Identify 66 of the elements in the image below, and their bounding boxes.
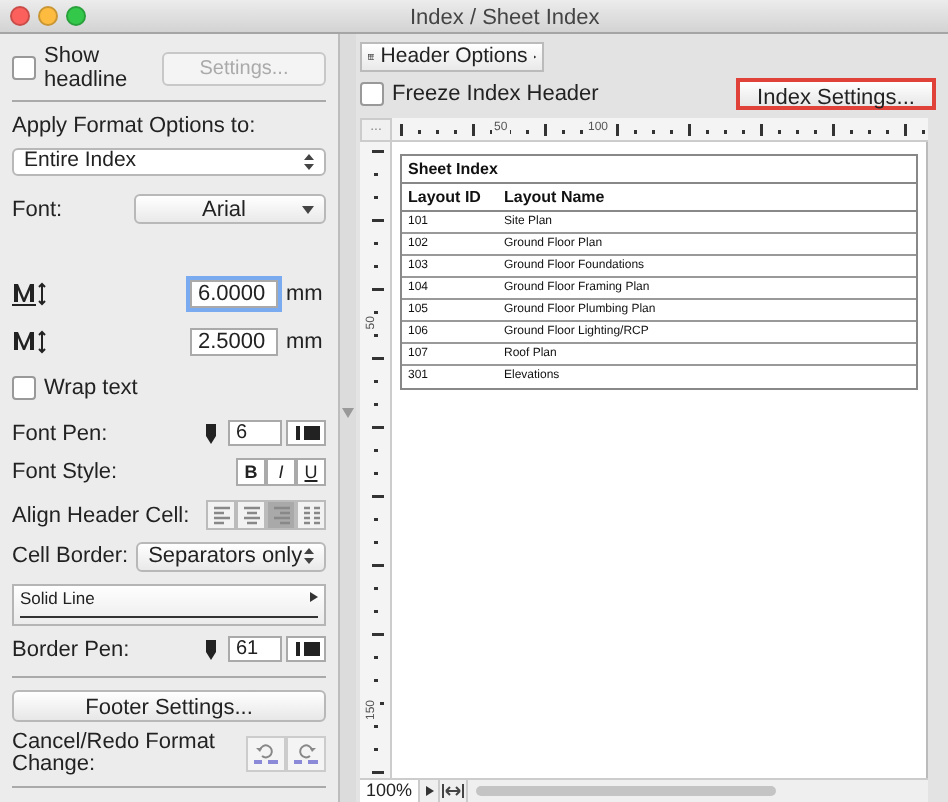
index-settings-button[interactable]: Index Settings...	[736, 78, 936, 111]
cell-height-icon	[12, 282, 52, 307]
zoom-menu-button[interactable]	[420, 780, 440, 802]
redo-icon	[292, 742, 320, 766]
pen-icon	[206, 639, 216, 660]
pen-swatch-icon[interactable]	[286, 636, 326, 663]
align-icon	[209, 503, 233, 528]
footer-settings-button[interactable]: Footer Settings...	[12, 690, 326, 722]
checkbox[interactable]	[12, 376, 36, 401]
window-title: Index / Sheet Index	[410, 4, 600, 34]
pen-number-field[interactable]: 61	[228, 636, 282, 663]
field-label: Font:	[12, 195, 63, 225]
table-title: Sheet Index	[402, 155, 916, 183]
align-button[interactable]	[296, 500, 326, 531]
close-button[interactable]	[10, 6, 30, 26]
number-field[interactable]: 6.0000	[190, 280, 278, 309]
unit-label: mm	[286, 280, 325, 310]
column-header: Layout ID	[406, 185, 483, 209]
align-button[interactable]	[206, 500, 236, 531]
caret-icon	[302, 205, 314, 214]
caret-icon	[310, 592, 318, 603]
updown-icon	[304, 548, 314, 565]
scope-dropdown[interactable]: Entire Index	[12, 147, 326, 175]
align-icon	[299, 503, 323, 528]
fit-width-icon	[442, 784, 464, 798]
text-height-icon	[12, 329, 52, 354]
style-button[interactable]: U	[296, 458, 326, 487]
minimize-button[interactable]	[38, 6, 58, 26]
zoom-level[interactable]: 100%	[360, 780, 420, 802]
header-options-button[interactable]: Header Options	[360, 42, 544, 72]
checkbox-label: Freeze Index Header	[392, 80, 599, 110]
pen-number-field[interactable]: 6	[228, 420, 282, 447]
style-button[interactable]: I	[266, 458, 296, 487]
checkbox[interactable]	[360, 82, 384, 107]
field-label: Align Header Cell:	[12, 501, 192, 531]
collapse-arrow-icon[interactable]	[342, 408, 354, 418]
caret-icon	[425, 786, 433, 796]
section-label: Apply Format Options to:	[12, 112, 258, 142]
border-dropdown[interactable]: Separators only	[136, 541, 326, 572]
undo-icon	[252, 742, 280, 766]
checkbox-label: Wrap text	[44, 374, 138, 404]
align-icon	[269, 503, 293, 528]
field-label: Font Pen:	[12, 419, 110, 449]
field-label: Font Style:	[12, 458, 120, 488]
align-button[interactable]	[266, 500, 296, 531]
align-icon	[239, 503, 263, 528]
redo-button[interactable]	[286, 736, 326, 772]
unit-label: mm	[286, 327, 325, 357]
field-label: Cancel/Redo Format Change:	[12, 732, 217, 776]
checkbox[interactable]	[12, 56, 36, 80]
field-label: Border Pen:	[12, 635, 132, 665]
scrollbar-thumb[interactable]	[476, 786, 776, 796]
undo-button[interactable]	[246, 736, 286, 772]
style-button[interactable]: B	[236, 458, 266, 487]
zoom-button[interactable]	[66, 6, 86, 26]
checkbox-label: Show headline	[44, 44, 130, 92]
column-header: Layout Name	[502, 185, 607, 209]
align-button[interactable]	[236, 500, 266, 531]
number-field[interactable]: 2.5000	[190, 327, 278, 356]
field-label: Cell Border:	[12, 542, 129, 572]
line-type-picker[interactable]: Solid Line	[12, 583, 326, 625]
pen-swatch-icon[interactable]	[286, 420, 326, 447]
font-dropdown[interactable]: Arial	[134, 194, 326, 225]
updown-icon	[304, 153, 314, 169]
pen-icon	[206, 423, 216, 444]
fit-width-button[interactable]	[440, 780, 468, 802]
